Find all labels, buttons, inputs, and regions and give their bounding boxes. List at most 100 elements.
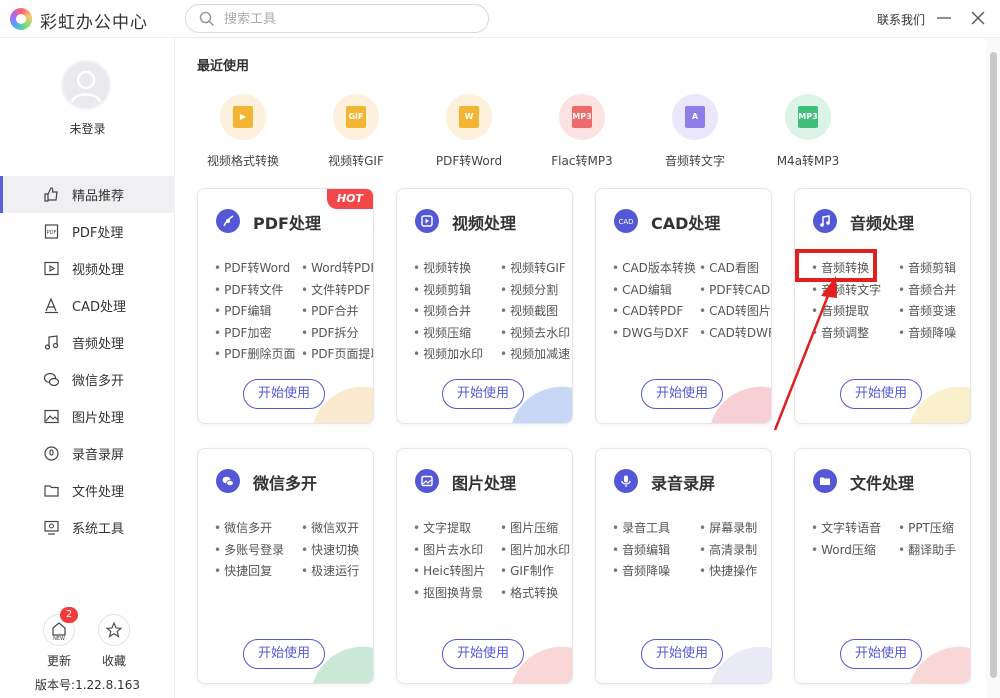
card-item[interactable]: 音频调整 <box>811 324 869 341</box>
card-item[interactable]: 图片压缩 <box>500 519 558 536</box>
card-item[interactable]: 录音工具 <box>612 519 670 536</box>
recent-item[interactable]: A 音频转文字 <box>640 94 750 170</box>
start-button[interactable]: 开始使用 <box>442 639 524 669</box>
card-item[interactable]: 视频加减速 <box>500 345 570 362</box>
card-item[interactable]: PDF编辑 <box>214 302 271 319</box>
tool-card: CAD CAD处理 CAD版本转换CAD看图 CAD编辑 PDF转CAD CAD转PDF C… <box>595 188 772 424</box>
card-item[interactable]: 视频合并 <box>413 302 471 319</box>
start-button[interactable]: 开始使用 <box>243 639 325 669</box>
sidebar-item-cad[interactable]: CAD处理 <box>0 287 175 324</box>
card-item[interactable]: 视频分割 <box>500 281 558 298</box>
card-item[interactable]: 音频编辑 <box>612 541 670 558</box>
start-button[interactable]: 开始使用 <box>641 639 723 669</box>
card-item[interactable]: Word转PDF <box>301 259 373 276</box>
card-item[interactable]: Word压缩 <box>811 541 876 558</box>
card-item[interactable]: 极速运行 <box>301 562 359 579</box>
card-item[interactable]: 视频去水印 <box>500 324 570 341</box>
contact-us-link[interactable]: 联系我们 <box>877 11 925 28</box>
card-item[interactable]: CAD版本转换 <box>612 259 696 276</box>
sidebar-item-image[interactable]: 图片处理 <box>0 398 175 435</box>
card-item[interactable]: 图片加水印 <box>500 541 570 558</box>
sidebar-item-record[interactable]: 录音录屏 <box>0 435 175 472</box>
card-item[interactable]: 快捷操作 <box>699 562 757 579</box>
avatar[interactable] <box>61 60 111 110</box>
sidebar-item-audio[interactable]: 音频处理 <box>0 324 175 361</box>
recent-item-label: 视频格式转换 <box>206 154 279 168</box>
card-item[interactable]: PDF转CAD <box>699 281 770 298</box>
card-item[interactable]: 视频转换 <box>413 259 471 276</box>
favorite-button[interactable] <box>98 614 130 646</box>
card-item[interactable]: 文字转语音 <box>811 519 881 536</box>
card-item[interactable]: 屏幕录制 <box>699 519 757 536</box>
card-item[interactable]: PDF加密 <box>214 324 271 341</box>
record-icon <box>44 446 59 461</box>
sidebar-item-pdf[interactable]: PDF PDF处理 <box>0 213 175 250</box>
sidebar-item-wechat[interactable]: 微信多开 <box>0 361 175 398</box>
card-item[interactable]: 音频剪辑 <box>898 259 956 276</box>
card-item[interactable]: 音频降噪 <box>898 324 956 341</box>
card-item[interactable]: 快速切换 <box>301 541 359 558</box>
recent-item[interactable]: GIF 视频转GIF <box>301 94 411 170</box>
card-item[interactable]: 视频压缩 <box>413 324 471 341</box>
search-input[interactable] <box>224 9 474 29</box>
card-item[interactable]: 翻译助手 <box>898 541 956 558</box>
card-item[interactable]: 微信多开 <box>214 519 272 536</box>
start-button[interactable]: 开始使用 <box>442 379 524 409</box>
card-item[interactable]: CAD转图片 <box>699 302 771 319</box>
card-item[interactable]: PDF删除页面 <box>214 345 295 362</box>
recent-item[interactable]: W PDF转Word <box>414 94 524 170</box>
card-item[interactable]: PDF页面提取 <box>301 345 373 362</box>
card-item[interactable]: Heic转图片 <box>413 562 485 579</box>
card-item[interactable]: GIF制作 <box>500 562 554 579</box>
card-item[interactable]: PDF转文件 <box>214 281 283 298</box>
card-item[interactable]: 视频剪辑 <box>413 281 471 298</box>
sidebar-item-video[interactable]: 视频处理 <box>0 250 175 287</box>
card-item[interactable]: DWG与DXF <box>612 324 689 341</box>
card-item[interactable]: PDF合并 <box>301 302 358 319</box>
card-item[interactable]: 音频合并 <box>898 281 956 298</box>
card-item[interactable]: 文件转PDF <box>301 281 370 298</box>
minimize-icon[interactable] <box>932 6 956 30</box>
card-item[interactable]: 音频转文字 <box>811 281 881 298</box>
recent-item-label: 音频转文字 <box>664 154 725 168</box>
card-item[interactable]: 音频变速 <box>898 302 956 319</box>
card-item[interactable]: CAD看图 <box>699 259 759 276</box>
card-item[interactable]: CAD转PDF <box>612 302 683 319</box>
recent-item[interactable]: MP3 M4a转MP3 <box>753 94 863 170</box>
card-item[interactable]: 微信双开 <box>301 519 359 536</box>
login-status[interactable]: 未登录 <box>0 120 175 137</box>
card-item[interactable]: PPT压缩 <box>898 519 954 536</box>
card-item[interactable]: 视频截图 <box>500 302 558 319</box>
card-item[interactable]: 图片去水印 <box>413 541 483 558</box>
recent-item-icon: GIF <box>333 94 379 140</box>
card-item[interactable]: 文字提取 <box>413 519 471 536</box>
card-item[interactable]: 格式转换 <box>500 584 558 601</box>
sidebar-item-file[interactable]: 文件处理 <box>0 472 175 509</box>
card-item[interactable]: 视频加水印 <box>413 345 483 362</box>
sidebar-item-system[interactable]: 系统工具 <box>0 509 175 546</box>
card-title: 音频处理 <box>850 214 915 233</box>
start-button[interactable]: 开始使用 <box>840 379 922 409</box>
recent-item[interactable]: ▶ 视频格式转换 <box>188 94 298 170</box>
recent-item[interactable]: MP3 Flac转MP3 <box>527 94 637 170</box>
card-item[interactable]: PDF拆分 <box>301 324 358 341</box>
card-item[interactable]: 音频降噪 <box>612 562 670 579</box>
highlight-box <box>795 249 877 282</box>
start-button[interactable]: 开始使用 <box>840 639 922 669</box>
recent-title: 最近使用 <box>197 59 250 74</box>
sidebar-item-recommended[interactable]: 精品推荐 <box>0 176 175 213</box>
start-button[interactable]: 开始使用 <box>641 379 723 409</box>
card-item[interactable]: 快捷回复 <box>214 562 272 579</box>
card-item[interactable]: CAD编辑 <box>612 281 672 298</box>
start-button[interactable]: 开始使用 <box>243 379 325 409</box>
card-item[interactable]: CAD转DWF <box>699 324 771 341</box>
search-box[interactable] <box>185 4 489 33</box>
card-item[interactable]: 高清录制 <box>699 541 757 558</box>
card-item[interactable]: 多账号登录 <box>214 541 284 558</box>
card-item[interactable]: 抠图换背景 <box>413 584 483 601</box>
card-item[interactable]: 音频提取 <box>811 302 869 319</box>
card-item[interactable]: 视频转GIF <box>500 259 566 276</box>
scrollbar-thumb[interactable] <box>990 52 997 678</box>
card-item[interactable]: PDF转Word <box>214 259 290 276</box>
close-icon[interactable] <box>966 6 990 30</box>
